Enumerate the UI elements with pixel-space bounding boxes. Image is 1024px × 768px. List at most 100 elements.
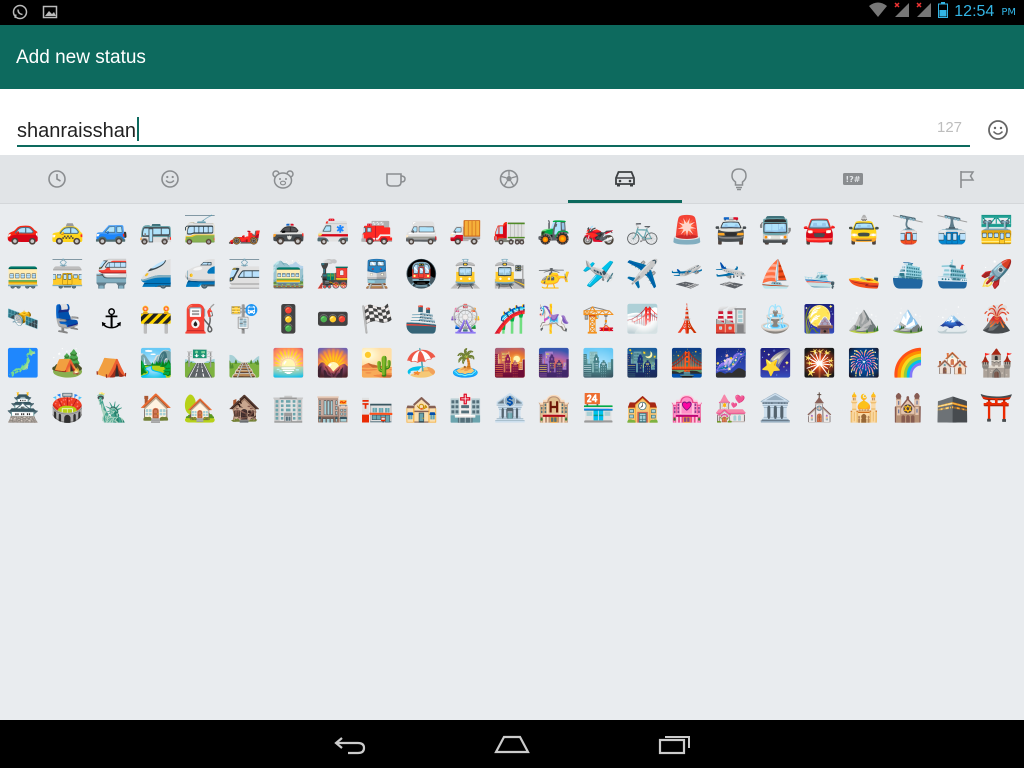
emoji-key[interactable]: 🌠 [753, 342, 797, 386]
emoji-key[interactable]: 🏗️ [576, 297, 620, 341]
emoji-key[interactable]: 🏪 [576, 386, 620, 430]
emoji-key[interactable]: 🏜️ [355, 342, 399, 386]
emoji-key[interactable]: 🌇 [488, 342, 532, 386]
emoji-key[interactable]: 🚝 [90, 253, 134, 297]
emoji-key[interactable]: 🚦 [267, 297, 311, 341]
emoji-key[interactable]: ⛴️ [886, 253, 930, 297]
emoji-key[interactable]: 🌆 [532, 342, 576, 386]
tab-travel[interactable] [568, 155, 682, 203]
emoji-key[interactable]: 🛬 [709, 253, 753, 297]
emoji-key[interactable]: 🚠 [930, 208, 974, 252]
emoji-key[interactable]: 🛳️ [930, 253, 974, 297]
emoji-key[interactable]: 🚀 [975, 253, 1019, 297]
emoji-key[interactable]: 🚧 [134, 297, 178, 341]
emoji-key[interactable]: 🏥 [444, 386, 488, 430]
emoji-key[interactable]: 🛥️ [798, 253, 842, 297]
tab-recent[interactable] [0, 155, 114, 203]
emoji-key[interactable]: 🚕 [45, 208, 89, 252]
emoji-key[interactable]: 🏤 [399, 386, 443, 430]
emoji-key[interactable]: 🛩️ [576, 253, 620, 297]
emoji-key[interactable]: 🎑 [798, 297, 842, 341]
emoji-key[interactable]: 🚊 [444, 253, 488, 297]
emoji-key[interactable]: 🏢 [267, 386, 311, 430]
emoji-key[interactable]: 🚗 [1, 208, 45, 252]
emoji-key[interactable]: 🚢 [399, 297, 443, 341]
emoji-key[interactable]: 🚄 [134, 253, 178, 297]
emoji-key[interactable]: 🏩 [665, 386, 709, 430]
emoji-key[interactable]: 🌉 [665, 342, 709, 386]
emoji-key[interactable]: 🚆 [355, 253, 399, 297]
emoji-key[interactable]: 🗽 [90, 386, 134, 430]
emoji-key[interactable]: 🚉 [488, 253, 532, 297]
emoji-key[interactable]: ⛲ [753, 297, 797, 341]
emoji-key[interactable]: ⚓ [90, 297, 134, 341]
tab-flags[interactable] [910, 155, 1024, 203]
emoji-key[interactable]: 🚒 [355, 208, 399, 252]
tab-animals[interactable] [226, 155, 340, 203]
emoji-key[interactable]: 🚚 [444, 208, 488, 252]
emoji-key[interactable]: 🚔 [709, 208, 753, 252]
emoji-key[interactable]: 🗾 [1, 342, 45, 386]
emoji-key[interactable]: 🚂 [311, 253, 355, 297]
back-icon[interactable] [332, 732, 368, 760]
emoji-key[interactable]: 🏖️ [399, 342, 443, 386]
emoji-key[interactable]: 🚓 [267, 208, 311, 252]
emoji-key[interactable]: ⛰️ [842, 297, 886, 341]
recents-icon[interactable] [657, 732, 693, 760]
emoji-key[interactable]: 🚈 [222, 253, 266, 297]
emoji-key[interactable]: 🚟 [975, 208, 1019, 252]
emoji-key[interactable]: 🏁 [355, 297, 399, 341]
emoji-key[interactable]: 🏬 [311, 386, 355, 430]
emoji-key[interactable]: 🚛 [488, 208, 532, 252]
emoji-key[interactable]: ⛺ [90, 342, 134, 386]
emoji-key[interactable]: 🕍 [886, 386, 930, 430]
emoji-key[interactable]: 🚎 [178, 208, 222, 252]
emoji-key[interactable]: 🌃 [621, 342, 665, 386]
emoji-key[interactable]: 🛰️ [1, 297, 45, 341]
emoji-key[interactable]: 🌋 [975, 297, 1019, 341]
tab-objects[interactable] [682, 155, 796, 203]
emoji-key[interactable]: 🏞️ [134, 342, 178, 386]
emoji-key[interactable]: 🚇 [399, 253, 443, 297]
home-icon[interactable] [493, 732, 531, 760]
emoji-key[interactable]: 🏕️ [45, 342, 89, 386]
emoji-key[interactable]: 🏣 [355, 386, 399, 430]
emoji-key[interactable]: 🚌 [134, 208, 178, 252]
emoji-key[interactable]: 🎡 [444, 297, 488, 341]
tab-food[interactable] [339, 155, 453, 203]
emoji-key[interactable]: 🌅 [267, 342, 311, 386]
emoji-key[interactable]: 🎆 [842, 342, 886, 386]
emoji-key[interactable]: 🚘 [798, 208, 842, 252]
emoji-key[interactable]: 🛤️ [222, 342, 266, 386]
emoji-key[interactable]: 🚅 [178, 253, 222, 297]
emoji-key[interactable]: 🛣️ [178, 342, 222, 386]
emoji-key[interactable]: 🏫 [621, 386, 665, 430]
emoji-key[interactable]: 🚏 [222, 297, 266, 341]
emoji-key[interactable]: 🏨 [532, 386, 576, 430]
emoji-key[interactable]: 🎠 [532, 297, 576, 341]
emoji-key[interactable]: 🚡 [886, 208, 930, 252]
emoji-key[interactable]: ⛪ [798, 386, 842, 430]
emoji-key[interactable]: 🏠 [134, 386, 178, 430]
emoji-key[interactable]: 🚋 [45, 253, 89, 297]
emoji-key[interactable]: 🚑 [311, 208, 355, 252]
emoji-key[interactable]: 🏦 [488, 386, 532, 430]
emoji-key[interactable]: 🌌 [709, 342, 753, 386]
emoji-key[interactable]: 🏛️ [753, 386, 797, 430]
emoji-key[interactable]: 🏚️ [222, 386, 266, 430]
emoji-key[interactable]: 🎢 [488, 297, 532, 341]
emoji-key[interactable]: 🏝️ [444, 342, 488, 386]
emoji-key[interactable]: 🏭 [709, 297, 753, 341]
tab-activities[interactable] [452, 155, 566, 203]
emoji-key[interactable]: 🚜 [532, 208, 576, 252]
emoji-key[interactable]: 🏯 [1, 386, 45, 430]
emoji-key[interactable]: 🛫 [665, 253, 709, 297]
emoji-key[interactable]: 🚐 [399, 208, 443, 252]
emoji-key[interactable]: 🚞 [267, 253, 311, 297]
emoji-key[interactable]: 🚙 [90, 208, 134, 252]
emoji-key[interactable]: 🚲 [621, 208, 665, 252]
emoji-key[interactable]: 💺 [45, 297, 89, 341]
emoji-key[interactable]: 🚨 [665, 208, 709, 252]
emoji-key[interactable]: 🌁 [621, 297, 665, 341]
emoji-key[interactable]: ✈️ [621, 253, 665, 297]
